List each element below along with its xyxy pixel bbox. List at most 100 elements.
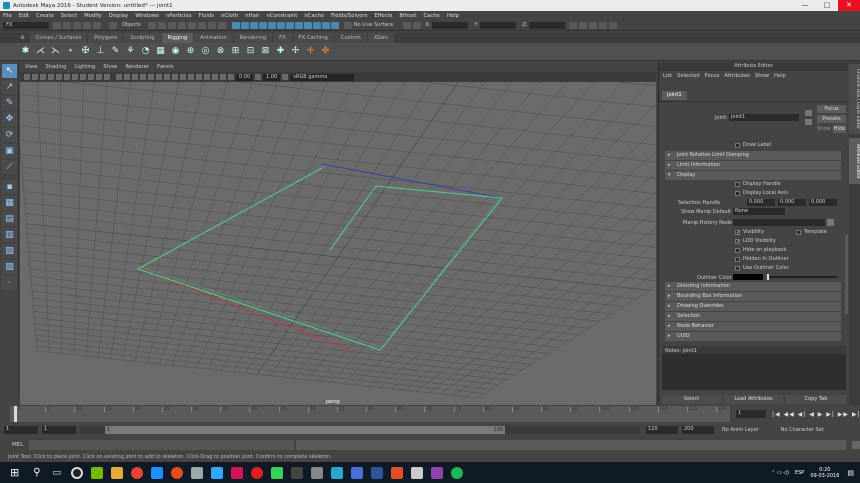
rotate-tool-icon[interactable]: ⟳ (2, 128, 17, 142)
start-time-field[interactable]: 1 (4, 425, 38, 434)
shelf-tab-rendering[interactable]: Rendering (233, 33, 273, 43)
red-app-icon[interactable] (251, 466, 264, 479)
draw-label-checkbox[interactable] (735, 143, 740, 148)
bookmark-icon[interactable] (40, 74, 46, 80)
ambient-occlusion-icon[interactable] (164, 74, 170, 80)
gamma-icon[interactable] (255, 74, 262, 80)
mel-label[interactable]: MEL (12, 442, 23, 448)
unity-icon[interactable] (291, 466, 304, 479)
input-mode-icon[interactable] (403, 21, 412, 29)
depth-of-field-icon[interactable] (188, 74, 194, 80)
shelf-paint-icon[interactable]: ✎ (110, 46, 121, 57)
playback-controls[interactable]: |◀ ◀◀ ◀| ◀ ▶ ▶| ▶▶ ▶| (772, 411, 860, 418)
copy-tab-icon[interactable] (805, 119, 812, 125)
flash-icon[interactable] (231, 466, 244, 479)
field-chart-icon[interactable] (88, 74, 94, 80)
snap-surface-icon[interactable] (267, 21, 276, 29)
move-tool-icon[interactable]: ✥ (2, 112, 17, 126)
shelf-locator-icon[interactable]: ✚ (275, 46, 286, 57)
menu-display[interactable]: Display (109, 13, 129, 19)
modeling-toolkit-icon[interactable] (569, 21, 578, 29)
windows-start-icon[interactable]: ⊞ (10, 466, 19, 479)
shelf-tab-sculpting[interactable]: Sculpting (124, 33, 161, 43)
select-surfaces-icon[interactable] (187, 21, 196, 29)
media-icon[interactable] (171, 466, 184, 479)
menu-create[interactable]: Create (36, 13, 54, 19)
isolate-select-icon[interactable] (196, 74, 202, 80)
section-bounding-box-information[interactable]: Bounding Box Information (665, 292, 841, 301)
layout-icon-a[interactable]: ▥ (2, 228, 17, 242)
redo-icon[interactable] (93, 21, 101, 29)
menu-nconstraint[interactable]: nConstraint (266, 13, 297, 19)
ae-menu-list[interactable]: List (663, 73, 672, 79)
shelf-rigid-icon[interactable]: ⊥ (95, 46, 106, 57)
wire-on-shaded-icon[interactable] (132, 74, 138, 80)
select-handles-icon[interactable] (157, 21, 166, 29)
search-icon[interactable]: ⚲ (33, 467, 40, 478)
safe-action-icon[interactable] (96, 74, 102, 80)
audio-icon[interactable] (271, 466, 284, 479)
y-field[interactable] (480, 21, 517, 29)
lasso-tool-icon[interactable]: ↗ (2, 80, 17, 94)
attribute-editor-tab[interactable]: Attribute Editor (849, 138, 860, 184)
ae-menu-show[interactable]: Show (755, 73, 769, 79)
textured-icon[interactable] (140, 74, 146, 80)
shelf-tab-rigging[interactable]: Rigging (161, 33, 194, 43)
menu-modify[interactable]: Modify (84, 13, 102, 19)
shelf-aim-icon[interactable]: ◎ (200, 46, 211, 57)
gate-mask-icon[interactable] (80, 74, 86, 80)
menu-windows[interactable]: Windows (135, 13, 159, 19)
manip-history-field[interactable] (733, 219, 825, 226)
backface-icon[interactable] (220, 74, 226, 80)
camera-select-icon[interactable] (24, 74, 30, 80)
shelf-joint-icon[interactable]: ✱ (20, 46, 31, 57)
four-view-icon[interactable]: ▦ (2, 196, 17, 210)
section-selection[interactable]: Selection (665, 312, 841, 321)
chrome-icon[interactable] (131, 466, 144, 479)
menu-ncache[interactable]: nCache (304, 13, 324, 19)
folder-icon[interactable] (111, 466, 124, 479)
template-checkbox[interactable] (796, 230, 801, 235)
copy-tab-button[interactable]: Copy Tab (786, 395, 846, 404)
ae-menu-attributes[interactable]: Attributes (724, 73, 750, 79)
menu-select[interactable]: Select (61, 13, 77, 19)
panel-menu-shading[interactable]: Shading (45, 64, 66, 70)
persp-outliner-icon[interactable]: ▤ (2, 212, 17, 226)
maya-taskbar-icon[interactable] (331, 466, 344, 479)
anim-layer-dropdown[interactable]: No Anim Layer (722, 427, 759, 433)
shelf-lattice-icon[interactable]: ▦ (155, 46, 166, 57)
new-scene-icon[interactable] (53, 21, 61, 29)
maximize-button[interactable]: □ (816, 0, 838, 11)
color-management-icon[interactable] (282, 74, 289, 80)
ipr-icon[interactable] (312, 21, 321, 29)
section-display[interactable]: Display (665, 171, 841, 180)
undo-icon[interactable] (83, 21, 91, 29)
open-scene-icon[interactable] (63, 21, 71, 29)
section-ghosting-information[interactable]: Ghosting Information (665, 282, 841, 291)
task-view-icon[interactable]: ▭ (53, 468, 62, 478)
panel-menu-renderer[interactable]: Renderer (125, 64, 149, 70)
select-dynamics-icon[interactable] (207, 21, 216, 29)
render-settings-icon[interactable] (321, 21, 330, 29)
outliner-color-slider[interactable] (767, 276, 837, 278)
shelf-parent-icon[interactable]: ⊟ (245, 46, 256, 57)
shelf-tab-xgen[interactable]: XGen (367, 33, 394, 43)
current-time-indicator[interactable] (14, 406, 17, 422)
shelf-tab-fx-caching[interactable]: FX Caching (292, 33, 334, 43)
hypershade-icon[interactable] (330, 21, 339, 29)
camera-attr-icon[interactable] (32, 74, 38, 80)
shelf-gear-icon[interactable]: ⚙ (0, 33, 29, 43)
shelf-orient-icon[interactable]: ⊗ (215, 46, 226, 57)
menu-nparticles[interactable]: nParticles (166, 13, 192, 19)
render-frame-icon[interactable] (303, 21, 312, 29)
snap-curve-icon[interactable] (240, 21, 249, 29)
script-editor-icon[interactable] (852, 441, 860, 449)
viewport-canvas[interactable] (20, 82, 656, 405)
menu-file[interactable]: File (3, 13, 12, 19)
lights-icon[interactable] (148, 74, 154, 80)
photoshop-icon[interactable] (211, 466, 224, 479)
panel-menu-lighting[interactable]: Lighting (74, 64, 95, 70)
shelf-cluster-icon[interactable]: ◔ (140, 46, 151, 57)
range-bar[interactable]: 1 120 (105, 425, 505, 434)
image-plane-icon[interactable] (48, 74, 54, 80)
